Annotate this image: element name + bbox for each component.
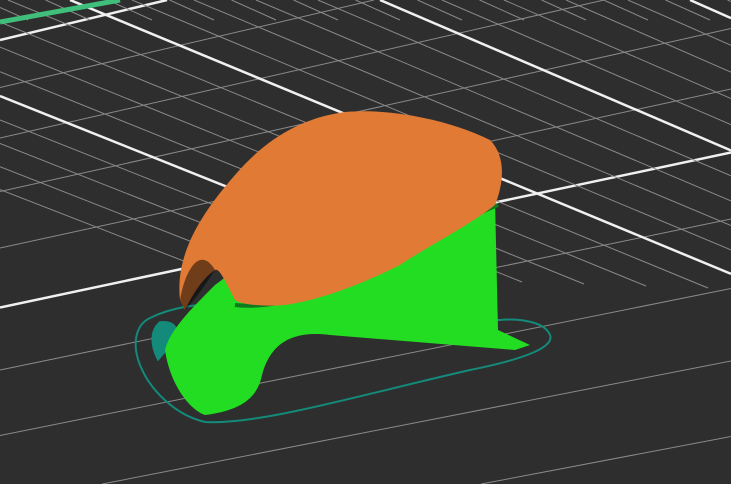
grid-line-major: [689, 0, 731, 20]
grid-line: [169, 0, 215, 21]
grid-line: [231, 0, 277, 21]
grid-line: [503, 0, 731, 100]
scene: [0, 0, 731, 484]
3d-preview-viewport[interactable]: [0, 0, 731, 484]
grid-line: [541, 0, 587, 21]
grid-line: [481, 436, 731, 484]
grid-line: [441, 0, 731, 126]
grid-line: [0, 189, 213, 273]
sliced-model[interactable]: [134, 111, 552, 424]
grid-line: [417, 0, 463, 21]
bed-edge: [0, 0, 121, 25]
grid-line: [727, 0, 731, 3]
grid-line: [479, 0, 525, 21]
grid-line: [355, 0, 401, 21]
grid-line: [0, 0, 605, 139]
grid-line: [603, 0, 649, 21]
grid-line: [665, 0, 711, 21]
grid-line: [565, 0, 731, 73]
